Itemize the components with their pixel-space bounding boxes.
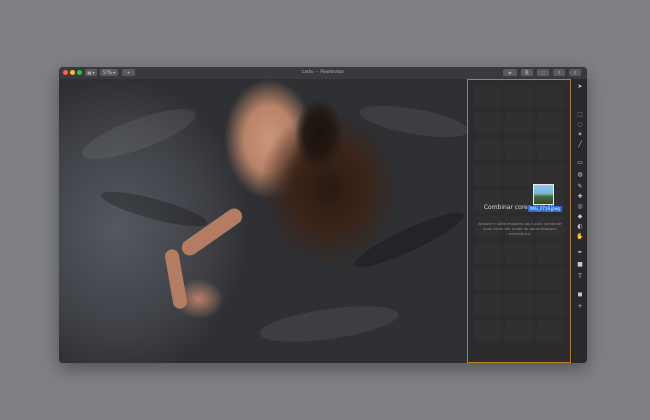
preset-thumbnail (474, 112, 501, 134)
lasso-tool-icon[interactable]: ◌ (576, 121, 584, 129)
fill-tool-icon[interactable]: ◍ (576, 171, 584, 179)
dragged-file-name: IMG_2719.jpeg (528, 206, 562, 212)
panel-description: Arraste e solte imagens aqui para combin… (478, 221, 562, 236)
preset-thumbnail (474, 242, 501, 264)
clone-tool-icon[interactable]: ◎ (576, 203, 584, 211)
preset-thumbnail (537, 112, 564, 134)
preset-thumbnail (505, 112, 532, 134)
forearm-shape (163, 248, 189, 310)
shape-tool-icon[interactable]: ■ (576, 261, 584, 269)
sheet-shadow (98, 185, 210, 233)
preset-thumbnail (537, 320, 564, 342)
preset-thumbnail (505, 294, 532, 316)
dragged-image-thumbnail[interactable] (533, 184, 554, 205)
preset-thumbnail (537, 294, 564, 316)
preset-thumbnail (474, 86, 501, 108)
upload-button[interactable]: ⇧ (569, 69, 581, 76)
preset-thumbnail (537, 86, 564, 108)
preset-thumbnail (505, 164, 532, 186)
duplicate-button[interactable]: ⎘ (521, 69, 533, 76)
preset-thumbnail (474, 294, 501, 316)
preset-thumbnail (474, 164, 501, 186)
image-canvas[interactable] (59, 79, 467, 363)
preset-thumbnail (505, 242, 532, 264)
preset-thumbnail (537, 242, 564, 264)
app-name: Pixelmator (320, 70, 345, 75)
preset-thumbnail (537, 164, 564, 186)
sheet-fold (257, 299, 401, 349)
app-window: ▦ ▾ 57% ▾ + carla — Pixelmator ⇄ ⎘ ⬚ ⇪ ⇧ (59, 67, 587, 363)
paint-tool-icon[interactable]: ╱ (576, 141, 584, 149)
preset-thumbnail (505, 138, 532, 160)
preset-thumbnail (537, 268, 564, 290)
pen-tool-icon[interactable]: ✒ (576, 249, 584, 257)
sharpen-tool-icon[interactable]: ◆ (576, 213, 584, 221)
selection-tool-icon[interactable]: ⬚ (576, 111, 584, 119)
export-button[interactable]: ⇪ (553, 69, 565, 76)
preset-thumbnail (537, 138, 564, 160)
color-picker-tool-icon[interactable]: ◼ (576, 291, 584, 299)
crop-button[interactable]: ⬚ (537, 69, 549, 76)
preset-thumbnail (505, 268, 532, 290)
warp-tool-icon[interactable]: ✋ (576, 233, 584, 241)
title-separator: — (314, 70, 319, 75)
arrange-tool-icon[interactable]: ➤ (576, 83, 584, 91)
add-tool-icon[interactable]: + (576, 303, 584, 311)
sheet-shadow (349, 204, 467, 276)
repair-tool-icon[interactable]: ✚ (576, 193, 584, 201)
sheet-fold (357, 99, 467, 144)
preset-thumbnail (505, 320, 532, 342)
preset-thumbnail (474, 138, 501, 160)
document-name: carla (301, 70, 313, 75)
color-adjust-tool-icon[interactable]: ◐ (576, 223, 584, 231)
eraser-tool-icon[interactable]: ▭ (576, 159, 584, 167)
preset-thumbnail (505, 86, 532, 108)
tools-sidebar: ➤ ⬚ ◌ ✶ ╱ ▭ ◍ ✎ ✚ ◎ ◆ ◐ ✋ ✒ ■ T ◼ + (571, 79, 587, 363)
sheet-fold (77, 99, 201, 169)
preset-thumbnail (474, 268, 501, 290)
share-button[interactable]: ⇄ (503, 69, 517, 76)
type-tool-icon[interactable]: T (576, 273, 584, 281)
ml-match-colors-panel[interactable]: Combinar cores com ML Arraste e solte im… (467, 79, 571, 363)
retouch-tool-icon[interactable]: ✎ (576, 183, 584, 191)
magic-wand-tool-icon[interactable]: ✶ (576, 131, 584, 139)
preset-thumbnail (474, 320, 501, 342)
